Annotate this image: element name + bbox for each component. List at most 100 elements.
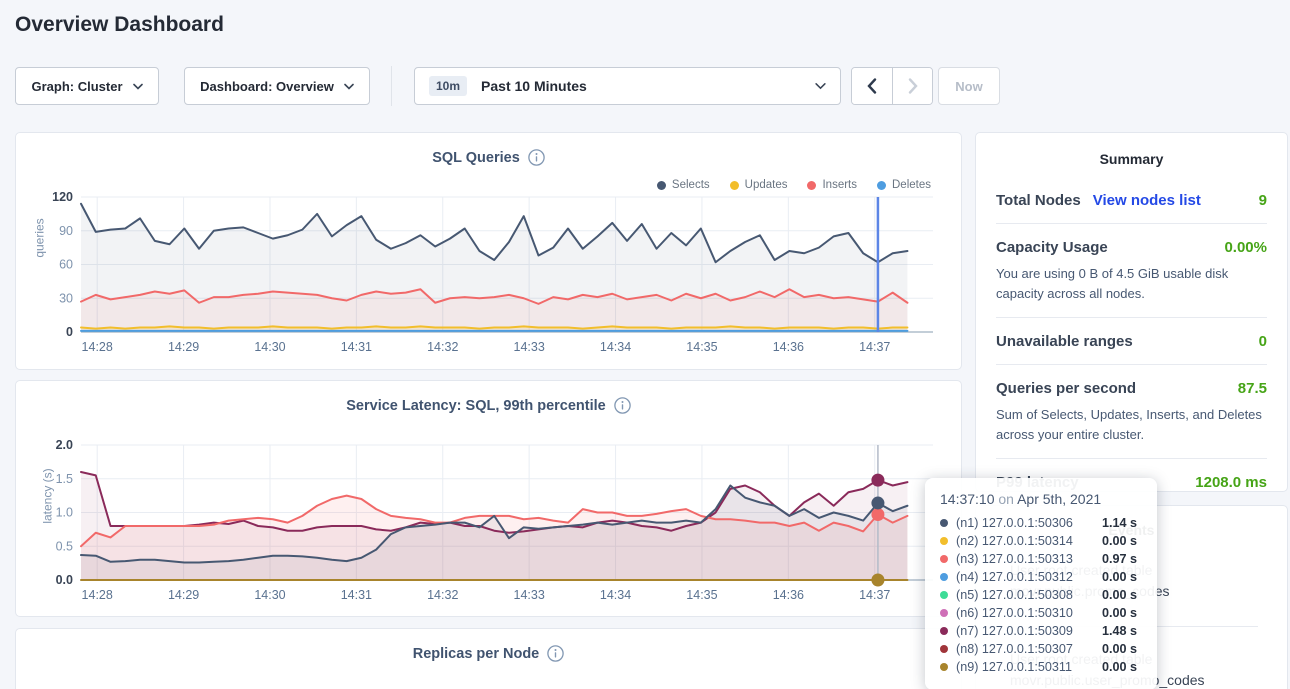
node-address: (n5) 127.0.0.1:50308 bbox=[956, 588, 1102, 602]
y-tick-label: 2.0 bbox=[56, 439, 73, 452]
info-icon[interactable] bbox=[528, 149, 545, 166]
tooltip-row: (n8) 127.0.0.1:503070.00 s bbox=[940, 640, 1142, 658]
chart-title-replicas-per-node: Replicas per Node bbox=[413, 646, 540, 662]
legend-item-selects[interactable]: Selects bbox=[657, 179, 710, 191]
node-address: (n2) 127.0.0.1:50314 bbox=[956, 534, 1102, 548]
unavailable-ranges-label: Unavailable ranges bbox=[996, 333, 1133, 350]
summary-row-total-nodes: Total Nodes View nodes list 9 bbox=[996, 177, 1267, 224]
chart-legend: Selects Updates Inserts Deletes bbox=[657, 179, 931, 191]
capacity-usage-label: Capacity Usage bbox=[996, 239, 1108, 256]
p99-latency-value: 1208.0 ms bbox=[1195, 474, 1267, 491]
info-icon[interactable] bbox=[614, 397, 631, 414]
chevron-down-icon bbox=[344, 83, 354, 90]
y-tick-label: 60 bbox=[59, 258, 73, 272]
time-nav-group bbox=[851, 67, 933, 105]
total-nodes-value: 9 bbox=[1259, 192, 1267, 209]
node-latency-value: 1.48 s bbox=[1102, 624, 1137, 638]
queries-per-second-value: 87.5 bbox=[1238, 380, 1267, 397]
node-address: (n4) 127.0.0.1:50312 bbox=[956, 570, 1102, 584]
node-latency-value: 0.00 s bbox=[1102, 588, 1137, 602]
x-tick-label: 14:31 bbox=[341, 588, 372, 602]
y-tick-label: 1.5 bbox=[56, 472, 73, 486]
x-tick-label: 14:30 bbox=[254, 588, 285, 602]
overview-dashboard-page: Overview Dashboard Graph: Cluster Dashbo… bbox=[0, 0, 1290, 689]
dashboard-selector-label: Dashboard: Overview bbox=[200, 79, 334, 94]
graph-selector-label: Graph: Cluster bbox=[31, 79, 122, 94]
tooltip-on: on bbox=[998, 491, 1014, 507]
y-tick-label: 120 bbox=[52, 191, 73, 204]
tooltip-row: (n9) 127.0.0.1:503110.00 s bbox=[940, 658, 1142, 676]
chevron-down-icon bbox=[815, 82, 826, 90]
previous-time-button[interactable] bbox=[852, 68, 892, 104]
graph-selector-dropdown[interactable]: Graph: Cluster bbox=[15, 67, 159, 105]
legend-label: Updates bbox=[745, 179, 788, 191]
chart-title-sql-queries: SQL Queries bbox=[432, 150, 520, 166]
node-color-dot bbox=[940, 537, 948, 545]
chart-hover-tooltip: 14:37:10 on Apr 5th, 2021 (n1) 127.0.0.1… bbox=[925, 478, 1157, 689]
tooltip-row: (n1) 127.0.0.1:503061.14 s bbox=[940, 514, 1142, 532]
x-tick-label: 14:35 bbox=[686, 340, 717, 354]
x-tick-label: 14:33 bbox=[514, 588, 545, 602]
dashboard-selector-dropdown[interactable]: Dashboard: Overview bbox=[184, 67, 370, 105]
x-tick-label: 14:32 bbox=[427, 588, 458, 602]
x-tick-label: 14:32 bbox=[427, 340, 458, 354]
total-nodes-label: Total Nodes bbox=[996, 192, 1081, 209]
x-tick-label: 14:33 bbox=[514, 340, 545, 354]
node-latency-value: 0.00 s bbox=[1102, 534, 1137, 548]
next-time-button[interactable] bbox=[892, 68, 932, 104]
time-range-badge: 10m bbox=[429, 76, 467, 96]
capacity-usage-value: 0.00% bbox=[1224, 239, 1267, 256]
x-tick-label: 14:29 bbox=[168, 588, 199, 602]
legend-color-dot bbox=[657, 181, 666, 190]
node-latency-value: 0.00 s bbox=[1102, 642, 1137, 656]
time-range-dropdown[interactable]: 10m Past 10 Minutes bbox=[414, 67, 841, 105]
tooltip-node-rows: (n1) 127.0.0.1:503061.14 s (n2) 127.0.0.1… bbox=[940, 514, 1142, 676]
x-tick-label: 14:30 bbox=[254, 340, 285, 354]
y-tick-label: 0.5 bbox=[56, 539, 73, 553]
y-tick-label: 1.0 bbox=[56, 506, 73, 520]
x-tick-label: 14:31 bbox=[341, 340, 372, 354]
service-latency-plot[interactable]: 14:2814:2914:3014:3114:3214:3314:3414:35… bbox=[40, 439, 955, 609]
tooltip-row: (n5) 127.0.0.1:503080.00 s bbox=[940, 586, 1142, 604]
legend-color-dot bbox=[877, 181, 886, 190]
tooltip-row: (n4) 127.0.0.1:503120.00 s bbox=[940, 568, 1142, 586]
legend-item-inserts[interactable]: Inserts bbox=[807, 179, 857, 191]
x-tick-label: 14:28 bbox=[82, 588, 113, 602]
queries-per-second-label: Queries per second bbox=[996, 380, 1136, 397]
tooltip-time: 14:37:10 bbox=[940, 491, 995, 507]
legend-item-deletes[interactable]: Deletes bbox=[877, 179, 931, 191]
legend-color-dot bbox=[730, 181, 739, 190]
summary-row-capacity-usage: Capacity Usage 0.00% You are using 0 B o… bbox=[996, 224, 1267, 318]
capacity-usage-description: You are using 0 B of 4.5 GiB usable disk… bbox=[996, 264, 1267, 303]
unavailable-ranges-value: 0 bbox=[1259, 333, 1267, 350]
node-color-dot bbox=[940, 519, 948, 527]
chevron-left-icon bbox=[867, 78, 877, 94]
node-address: (n8) 127.0.0.1:50307 bbox=[956, 642, 1102, 656]
x-tick-label: 14:36 bbox=[773, 340, 804, 354]
node-address: (n6) 127.0.0.1:50310 bbox=[956, 606, 1102, 620]
x-tick-label: 14:37 bbox=[859, 340, 890, 354]
node-latency-value: 1.14 s bbox=[1102, 516, 1137, 530]
legend-color-dot bbox=[807, 181, 816, 190]
chart-title-service-latency: Service Latency: SQL, 99th percentile bbox=[346, 398, 606, 414]
info-icon[interactable] bbox=[547, 645, 564, 662]
now-button[interactable]: Now bbox=[938, 67, 1000, 105]
node-color-dot bbox=[940, 573, 948, 581]
legend-label: Selects bbox=[672, 179, 710, 191]
legend-item-updates[interactable]: Updates bbox=[730, 179, 788, 191]
x-tick-label: 14:34 bbox=[600, 340, 631, 354]
sql-queries-plot[interactable]: 14:2814:2914:3014:3114:3214:3314:3414:35… bbox=[40, 191, 955, 361]
tooltip-row: (n3) 127.0.0.1:503130.97 s bbox=[940, 550, 1142, 568]
chevron-right-icon bbox=[908, 78, 918, 94]
toolbar-divider bbox=[391, 66, 392, 106]
node-color-dot bbox=[940, 663, 948, 671]
x-tick-label: 14:37 bbox=[859, 588, 890, 602]
y-tick-label: 90 bbox=[59, 224, 73, 238]
sql-queries-chart-card: SQL Queries Selects Updates Inserts Deletes… bbox=[15, 132, 962, 370]
node-latency-value: 0.00 s bbox=[1102, 570, 1137, 584]
service-latency-chart-card: Service Latency: SQL, 99th percentile la… bbox=[15, 380, 962, 617]
node-address: (n9) 127.0.0.1:50311 bbox=[956, 660, 1102, 674]
legend-label: Deletes bbox=[892, 179, 931, 191]
view-nodes-list-link[interactable]: View nodes list bbox=[1093, 192, 1201, 209]
node-color-dot bbox=[940, 591, 948, 599]
